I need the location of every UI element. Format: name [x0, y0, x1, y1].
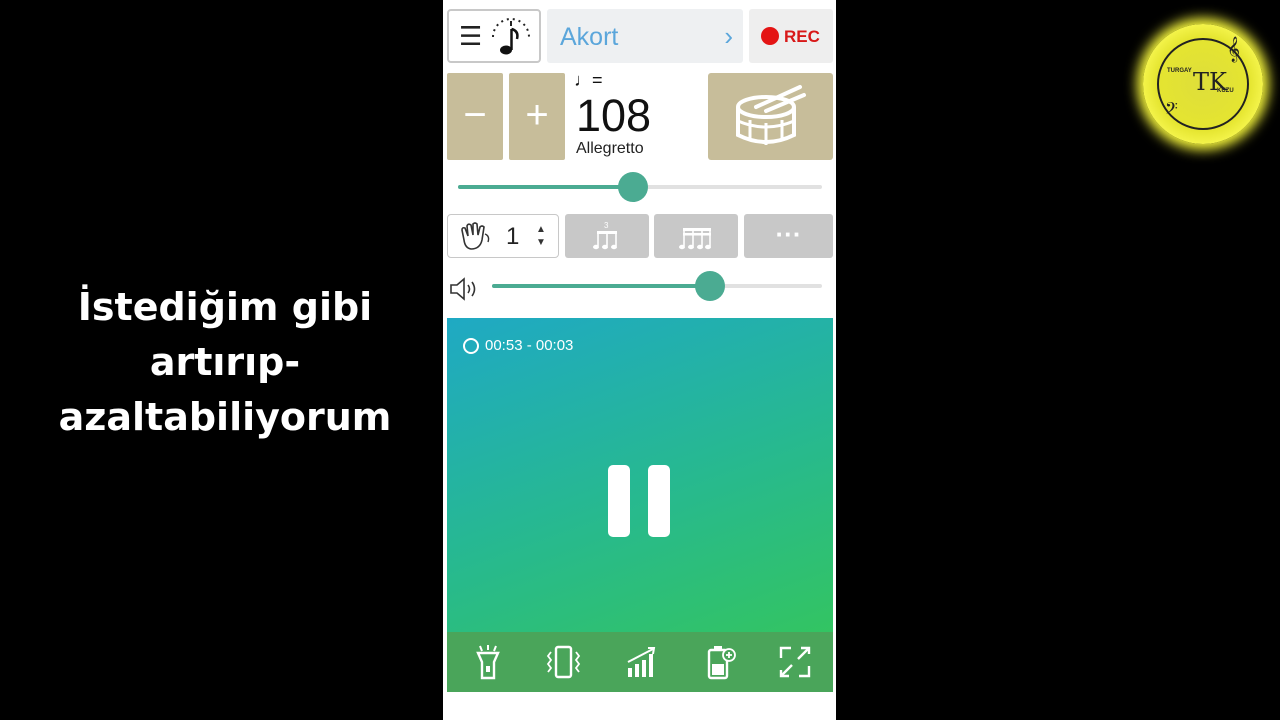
volume-slider-fill: [492, 284, 710, 288]
tempo-increase-button[interactable]: +: [509, 73, 565, 160]
hand-clap-icon: [461, 222, 490, 250]
pause-icon[interactable]: [608, 465, 672, 539]
clock-icon: [463, 338, 479, 354]
logo-top-text: TURGAY: [1167, 68, 1192, 74]
volume-slider[interactable]: [492, 284, 822, 288]
hamburger-icon: ☰: [459, 21, 483, 51]
metronome-app: ☰ Akort › REC − + ♩= 108 Allegretto 1 ▲ …: [443, 0, 836, 720]
tuning-label: Akort: [560, 23, 619, 51]
session-timer: 00:53 - 00:03: [485, 337, 574, 354]
battery-saver-icon[interactable]: [701, 644, 737, 680]
triplet-icon: 3: [593, 221, 617, 250]
sixteenth-subdivision-button[interactable]: [654, 214, 738, 258]
quarter-note-label: ♩=: [574, 70, 603, 90]
tuner-note-icon: [492, 18, 530, 55]
menu-button[interactable]: ☰: [447, 9, 541, 63]
drum-sound-button[interactable]: [708, 73, 833, 160]
logo-bottom-text: KUZU: [1217, 88, 1234, 94]
tempo-marking: Allegretto: [576, 140, 644, 157]
signal-bars-icon[interactable]: [623, 644, 659, 680]
chevron-right-icon: ›: [724, 21, 733, 51]
beat-count: 1: [506, 223, 520, 250]
tuning-button[interactable]: Akort ›: [547, 9, 743, 63]
sixteenth-notes-icon: [679, 228, 711, 250]
tempo-slider-fill: [458, 185, 633, 189]
treble-clef-icon: 𝄞: [1227, 36, 1241, 61]
beats-selector[interactable]: 1 ▲ ▼: [447, 214, 559, 258]
more-options-button[interactable]: ···: [744, 214, 833, 258]
record-button[interactable]: REC: [749, 9, 833, 63]
triplet-subdivision-button[interactable]: 3: [565, 214, 649, 258]
fullscreen-icon[interactable]: [777, 644, 813, 680]
playback-panel[interactable]: 00:53 - 00:03: [447, 318, 833, 632]
tempo-decrease-button[interactable]: −: [447, 73, 503, 160]
bpm-value[interactable]: 108: [576, 90, 651, 142]
flashlight-icon[interactable]: [470, 644, 506, 680]
tempo-slider-thumb[interactable]: [617, 172, 648, 202]
volume-slider-thumb[interactable]: [694, 271, 725, 301]
caption-line-1: İstediğim gibi: [77, 285, 373, 329]
caption-line-2: artırıp-: [149, 340, 301, 384]
vibrate-icon[interactable]: [545, 644, 581, 680]
caption-line-3: azaltabiliyorum: [58, 395, 392, 439]
stepper-arrows-icon[interactable]: ▲ ▼: [536, 223, 546, 249]
record-dot-icon: [761, 27, 779, 45]
speaker-icon[interactable]: [449, 276, 481, 302]
bass-clef-icon: 𝄢: [1165, 100, 1178, 122]
overlay-caption: İstediğim gibi artırıp- azaltabiliyorum: [30, 280, 420, 445]
navigation-strip: [443, 700, 836, 720]
channel-logo: TURGAY TK KUZU 𝄞 𝄢: [1143, 24, 1263, 144]
record-label: REC: [784, 27, 820, 46]
svg-text:3: 3: [604, 221, 609, 230]
drum-icon: [736, 85, 806, 145]
bottom-toolbar: [447, 632, 833, 692]
